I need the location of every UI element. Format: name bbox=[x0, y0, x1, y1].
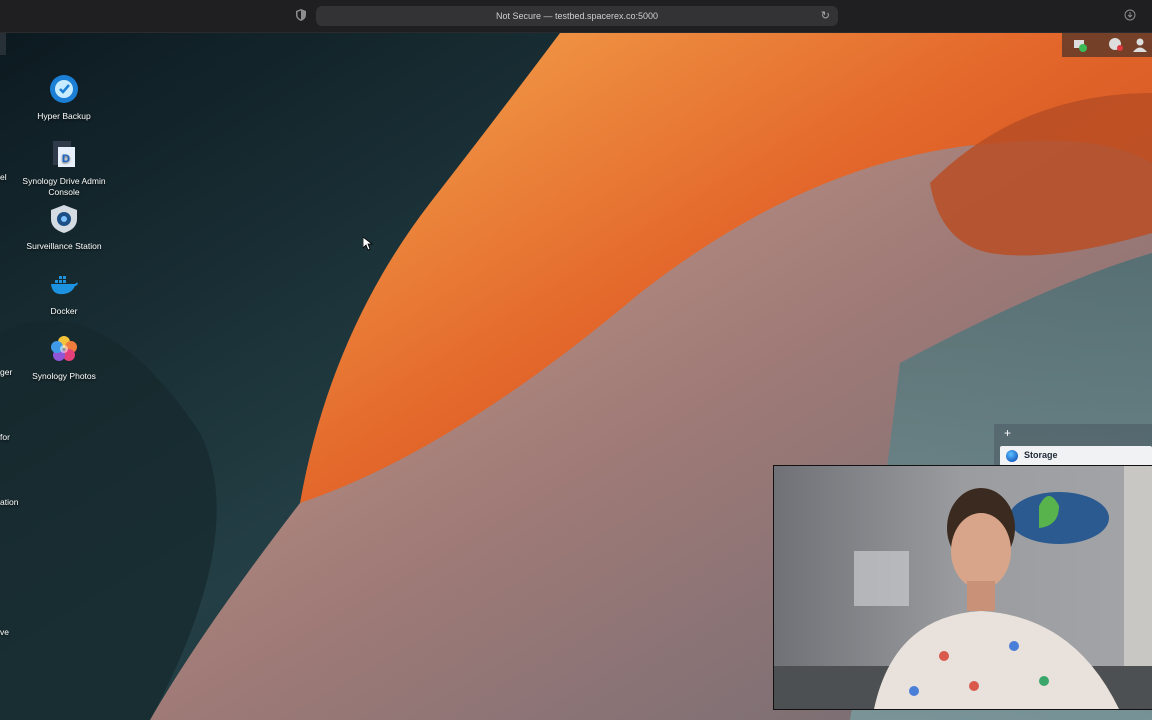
desktop-app-docker[interactable]: Docker bbox=[19, 269, 109, 317]
download-icon[interactable] bbox=[1124, 9, 1136, 21]
add-widget-button[interactable]: + bbox=[1004, 426, 1011, 440]
browser-toolbar: Not Secure — testbed.spacerex.co:5000 ↻ bbox=[0, 0, 1152, 33]
system-tray bbox=[1062, 33, 1152, 57]
taskbar-edge[interactable] bbox=[0, 33, 6, 55]
desktop-app-synology-photos[interactable]: Synology Photos bbox=[19, 334, 109, 382]
svg-text:D: D bbox=[62, 153, 70, 165]
partial-label: ve bbox=[0, 627, 9, 637]
desktop-app-synology-drive-admin[interactable]: D Synology Drive Admin Console bbox=[19, 139, 109, 198]
mouse-cursor-icon bbox=[363, 237, 373, 251]
app-label: Hyper Backup bbox=[37, 111, 91, 121]
desktop-app-surveillance-station[interactable]: Surveillance Station bbox=[19, 204, 109, 252]
user-icon[interactable] bbox=[1132, 37, 1148, 53]
notifications-icon[interactable] bbox=[1108, 37, 1124, 53]
storage-icon bbox=[1006, 450, 1018, 462]
partial-label: ation bbox=[0, 497, 19, 507]
address-bar[interactable]: Not Secure — testbed.spacerex.co:5000 ↻ bbox=[316, 6, 838, 26]
connection-status-icon[interactable] bbox=[1072, 37, 1088, 53]
partial-label: ger bbox=[0, 367, 13, 377]
url-text: Not Secure — testbed.spacerex.co:5000 bbox=[495, 11, 659, 21]
shield-icon[interactable] bbox=[296, 9, 306, 21]
webcam-overlay bbox=[773, 465, 1152, 710]
docker-icon bbox=[51, 276, 78, 295]
app-label: Docker bbox=[50, 306, 78, 316]
storage-label: Storage bbox=[1024, 450, 1058, 460]
synology-photos-icon bbox=[51, 336, 77, 361]
surveillance-station-icon bbox=[51, 205, 77, 233]
partial-label: el bbox=[0, 172, 7, 182]
desktop-app-hyper-backup[interactable]: Hyper Backup bbox=[19, 74, 109, 122]
app-label: Synology Drive Admin Console bbox=[22, 176, 106, 197]
app-label: Surveillance Station bbox=[26, 241, 102, 251]
reload-icon[interactable]: ↻ bbox=[821, 6, 830, 26]
hyper-backup-icon bbox=[50, 75, 78, 103]
storage-widget[interactable]: Storage bbox=[1000, 446, 1152, 466]
widget-panel: + Storage bbox=[994, 424, 1152, 468]
app-label: Synology Photos bbox=[32, 371, 96, 381]
synology-drive-icon: D bbox=[53, 141, 75, 167]
partial-label: for bbox=[0, 432, 10, 442]
